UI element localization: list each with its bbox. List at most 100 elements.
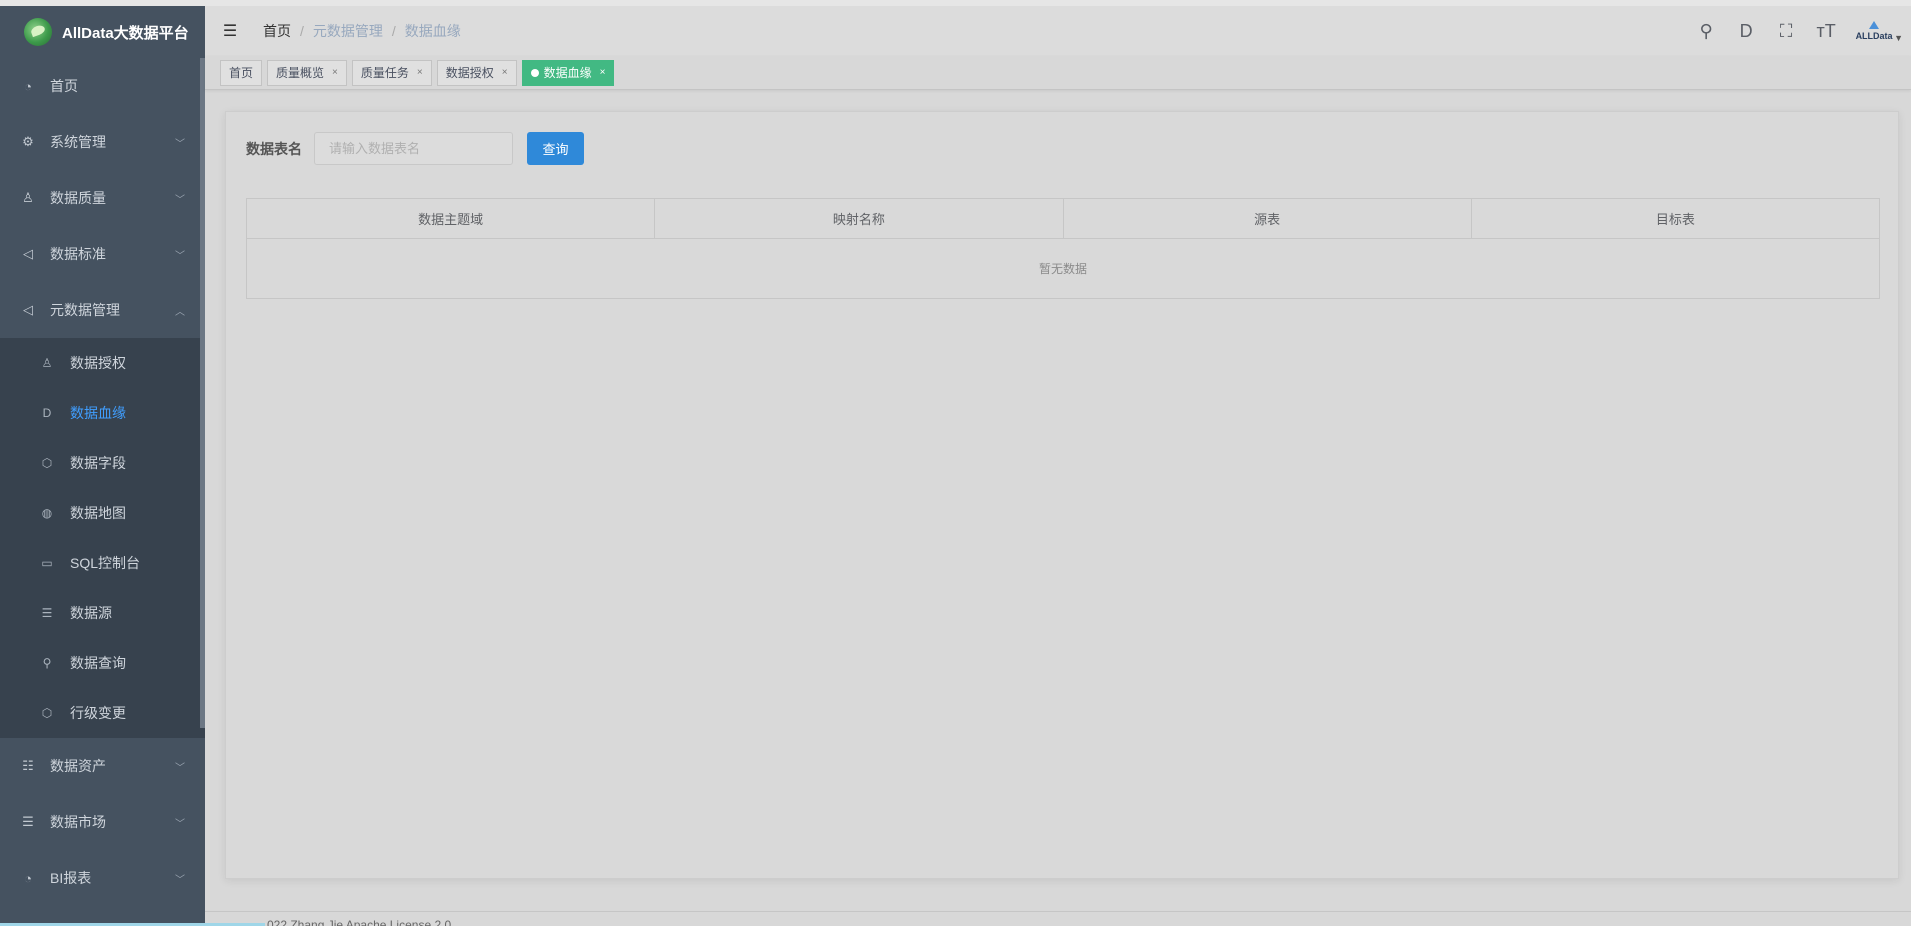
gear-icon: ⚙ [22,134,34,149]
close-icon[interactable]: × [417,61,423,85]
table-header: 数据主题域 映射名称 源表 目标表 [247,199,1879,239]
sidebar-item-bi-report[interactable]: ◔ BI报表 ﹀ [0,850,205,906]
user-stamp-icon: ♙ [22,190,34,205]
document-icon[interactable]: D [1726,21,1766,42]
breadcrumb-separator: / [300,23,304,39]
column-header: 数据主题域 [247,199,656,238]
app-logo[interactable]: AllData大数据平台 [0,6,205,58]
sidebar-item-data-assets[interactable]: ☷ 数据资产 ﹀ [0,738,205,794]
search-icon: ⚲ [42,656,52,670]
sidebar-item-label: 数据地图 [70,505,126,521]
empty-state-text: 暂无数据 [1038,262,1087,276]
sidebar-item-data-market[interactable]: ☰ 数据市场 ﹀ [0,794,205,850]
sidebar-item-label: 数据字段 [70,455,126,471]
sidebar-item-system[interactable]: ⚙ 系统管理 ﹀ [0,114,205,170]
cube-icon: ⬡ [41,456,53,470]
sidebar-item-label: 数据源 [70,605,112,621]
sidebar-item-row-change[interactable]: ⬡ 行级变更 [0,688,205,738]
sidebar-item-home[interactable]: ◔ 首页 [0,58,205,114]
tags-view: 首页 质量概览 × 质量任务 × 数据授权 × 数据血缘 × [205,56,1911,90]
footer: 022 Zhang Jie Apache License 2.0 [205,911,1911,926]
tag-home[interactable]: 首页 [220,59,263,86]
column-header: 目标表 [1655,212,1695,227]
chevron-down-icon: ﹀ [175,818,185,830]
sidebar-item-label: SQL控制台 [70,555,141,571]
avatar[interactable]: ALLData [1854,21,1894,41]
sidebar-item-datasource[interactable]: ☰ 数据源 [0,588,205,638]
search-icon[interactable]: ⚲ [1686,21,1726,42]
sidebar-item-label: BI报表 [50,870,92,886]
sidebar-item-data-query[interactable]: ⚲ 数据查询 [0,638,205,688]
sidebar-item-label: 数据查询 [70,655,126,671]
leaf-logo-icon [24,18,52,46]
avatar-logo-icon [1869,21,1880,29]
chevron-down-icon: ﹀ [175,762,185,774]
breadcrumb: 首页 / 元数据管理 / 数据血缘 [263,21,461,41]
sidebar-item-label: 数据血缘 [70,405,126,421]
sidebar-item-label: 数据资产 [50,758,106,774]
column-header: 源表 [1064,199,1472,238]
fullscreen-icon[interactable]: ⛶ [1766,21,1806,42]
column-header: 映射名称 [655,199,1064,238]
tag-label: 数据授权 [445,65,494,80]
navbar-actions: ⚲ D ⛶ тT ALLData ▼ [1686,6,1903,56]
sidebar-item-data-lineage[interactable]: D 数据血缘 [0,388,205,438]
footer-text: 022 Zhang Jie Apache License 2.0 [267,918,452,926]
sidebar-item-label: 元数据管理 [50,302,120,318]
sidebar-item-standard[interactable]: ◁ 数据标准 ﹀ [0,226,205,282]
tag-label: 质量概览 [276,65,325,80]
close-icon[interactable]: × [502,61,508,85]
sidebar-item-label: 数据质量 [50,190,106,206]
chevron-down-icon: ﹀ [175,874,185,886]
close-icon[interactable]: × [332,61,338,85]
close-icon[interactable]: × [600,61,606,85]
sidebar-item-label: 数据市场 [50,814,106,830]
tag-label: 首页 [229,65,254,80]
monitor-icon: ▭ [41,556,53,570]
caret-down-icon[interactable]: ▼ [1894,33,1903,43]
sidebar-item-label: 首页 [50,78,78,94]
d-letter-icon: D [42,406,52,420]
sidebar-item-data-auth[interactable]: ♙ 数据授权 [0,338,205,388]
sidebar-item-data-fields[interactable]: ⬡ 数据字段 [0,438,205,488]
lineage-table: 数据主题域 映射名称 源表 目标表 暂无数据 [246,198,1880,299]
app-title: AllData大数据平台 [62,24,189,42]
breadcrumb-current: 数据血缘 [404,23,461,39]
sidebar-item-metadata[interactable]: ◁ 元数据管理 ︿ [0,282,205,338]
sidebar-item-data-map[interactable]: ◍ 数据地图 [0,488,205,538]
sidebar-scrollbar[interactable] [200,58,205,728]
sidebar-item-quality[interactable]: ♙ 数据质量 ﹀ [0,170,205,226]
active-dot-icon [530,68,539,77]
hamburger-icon[interactable]: ☰ [205,21,255,41]
chevron-down-icon: ﹀ [175,250,185,262]
database-icon: ☷ [22,758,34,773]
content-card: 数据表名 查询 数据主题域 映射名称 源表 目标表 暂无数据 [225,111,1899,879]
send-icon: ◁ [23,246,33,261]
breadcrumb-metadata: 元数据管理 [312,23,383,39]
search-form: 数据表名 查询 [246,132,584,165]
font-size-icon[interactable]: тT [1806,21,1846,42]
metadata-submenu: ♙ 数据授权 D 数据血缘 ⬡ 数据字段 ◍ 数据地图 ▭ SQL控制台 ☰ 数… [0,338,205,738]
tag-quality-overview[interactable]: 质量概览 × [267,59,347,86]
breadcrumb-home[interactable]: 首页 [263,21,291,41]
tag-quality-task[interactable]: 质量任务 × [351,59,432,86]
chevron-up-icon: ︿ [175,306,185,318]
sidebar-item-label: 数据标准 [50,246,106,262]
tag-data-auth[interactable]: 数据授权 × [436,59,517,86]
user-stamp-icon: ♙ [41,356,53,370]
database-icon: ☰ [41,606,53,620]
breadcrumb-separator: / [391,23,396,39]
tree-list-icon: ☰ [22,814,34,829]
send-icon: ◁ [23,302,33,317]
cube-icon: ⬡ [41,706,53,720]
chevron-down-icon: ﹀ [175,138,185,150]
query-button[interactable]: 查询 [527,132,584,165]
top-navbar: ☰ 首页 / 元数据管理 / 数据血缘 ⚲ D ⛶ тT ALLData ▼ [205,6,1911,56]
sidebar: AllData大数据平台 ◔ 首页 ⚙ 系统管理 ﹀ ♙ 数据质量 ﹀ ◁ 数据… [0,6,205,926]
avatar-text: ALLData [1855,31,1893,41]
table-name-input[interactable] [314,132,513,165]
sidebar-item-label: 行级变更 [70,705,126,721]
tag-label: 数据血缘 [543,65,592,80]
sidebar-item-sql-console[interactable]: ▭ SQL控制台 [0,538,205,588]
tag-data-lineage[interactable]: 数据血缘 × [521,59,615,86]
